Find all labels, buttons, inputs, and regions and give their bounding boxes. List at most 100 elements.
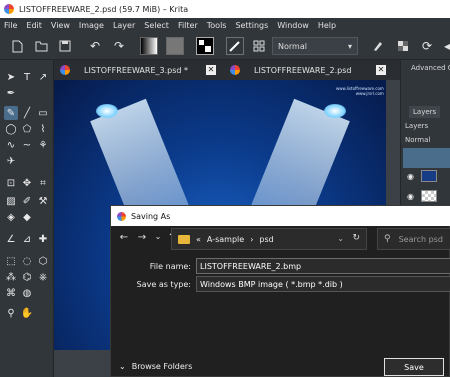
enclose-fill-icon[interactable]: ◆: [20, 210, 34, 224]
similar-select-icon[interactable]: ⌬: [20, 270, 34, 284]
line-tool-icon[interactable]: ╱: [20, 106, 34, 120]
menu-edit[interactable]: Edit: [26, 21, 42, 30]
polygon-tool-icon[interactable]: ⬠: [20, 122, 34, 136]
chevron-down-icon: ▾: [347, 41, 352, 51]
assistant-tool-icon[interactable]: ⊿: [20, 232, 34, 246]
transform-tool-icon[interactable]: ⊡: [4, 176, 18, 190]
polyline-tool-icon[interactable]: ⌇: [36, 122, 50, 136]
ellipse-tool-icon[interactable]: ◯: [4, 122, 18, 136]
freehand-select-icon[interactable]: ◍: [20, 286, 34, 300]
reference-tool-icon[interactable]: ✚: [36, 232, 50, 246]
chevron-down-icon[interactable]: ⌄: [337, 234, 344, 243]
freehand-path-icon[interactable]: ~: [20, 138, 34, 152]
move-tool-icon[interactable]: ✥: [20, 176, 34, 190]
polygon-select-icon[interactable]: ⬡: [36, 254, 50, 268]
dialog-title: Saving As: [131, 211, 171, 221]
menu-select[interactable]: Select: [144, 21, 169, 30]
freehand-brush-icon[interactable]: ✎: [4, 106, 18, 120]
search-input[interactable]: ⚲ Search psd: [377, 228, 450, 250]
select-shapes-icon[interactable]: ➤: [4, 70, 18, 84]
rect-select-icon[interactable]: ⬚: [4, 254, 18, 268]
krita-doc-icon: [60, 65, 70, 75]
magnetic-select-icon[interactable]: ⌘: [4, 286, 18, 300]
canvas-watermark: www.listoffreeware.com www.jrsrl.com: [336, 86, 384, 96]
crop-tool-icon[interactable]: ⌗: [36, 176, 50, 190]
search-icon: ⚲: [384, 234, 391, 244]
visibility-eye-icon[interactable]: ◉: [407, 172, 417, 181]
rectangle-tool-icon[interactable]: ▭: [36, 106, 50, 120]
menu-settings[interactable]: Settings: [235, 21, 268, 30]
text-tool-icon[interactable]: T: [20, 70, 34, 84]
edit-shapes-icon[interactable]: ↗: [36, 70, 50, 84]
eraser-icon[interactable]: [368, 37, 386, 55]
refresh-icon[interactable]: ↻: [352, 233, 360, 243]
address-bar[interactable]: « A-sample › psd ⌄ ↻: [171, 228, 367, 250]
calligraphy-icon[interactable]: ✒: [4, 86, 18, 100]
breadcrumb-a-sample[interactable]: A-sample: [207, 235, 244, 244]
menu-file[interactable]: File: [4, 21, 17, 30]
undo-icon[interactable]: ↶: [86, 37, 104, 55]
save-icon[interactable]: [56, 37, 74, 55]
grid-icon[interactable]: [250, 37, 268, 55]
menu-filter[interactable]: Filter: [178, 21, 198, 30]
menu-window[interactable]: Window: [277, 21, 309, 30]
multibrush-icon[interactable]: ✈: [4, 154, 18, 168]
krita-doc-icon: [230, 65, 240, 75]
menu-image[interactable]: Image: [79, 21, 104, 30]
back-arrow-icon[interactable]: ←: [117, 232, 131, 243]
redo-icon[interactable]: ↷: [110, 37, 128, 55]
mirror-icon[interactable]: ◂: [438, 37, 450, 55]
blend-mode-select[interactable]: Normal ▾: [272, 37, 358, 55]
file-name-input[interactable]: LISTOFFREEWARE_2.bmp: [196, 258, 450, 274]
brush-preset-icon[interactable]: [226, 37, 244, 55]
window-titlebar: LISTOFFREEWARE_2.psd (59.7 MiB) – Krita: [0, 0, 450, 18]
breadcrumb-separator: ›: [250, 234, 254, 244]
menu-view[interactable]: View: [51, 21, 70, 30]
close-tab-icon[interactable]: ✕: [376, 65, 386, 75]
selected-layer-row[interactable]: [403, 148, 450, 168]
contiguous-select-icon[interactable]: ⁂: [4, 270, 18, 284]
gradient-swatch-icon[interactable]: [140, 37, 158, 55]
tab-document-3[interactable]: LISTOFFREEWARE_3.psd *: [60, 60, 188, 80]
tab-layers[interactable]: Layers: [409, 106, 441, 118]
save-type-select[interactable]: Windows BMP image ( *.bmp *.dib ): [196, 276, 450, 292]
toolbox: ➤ T ↗ ✒ ✎ ╱ ▭ ◯ ⬠ ⌇ ∿ ~ ⚘ ✈ ⊡ ✥ ⌗ ▨ ✐ ⚒ …: [0, 60, 54, 377]
advanced-color-tab[interactable]: Advanced Co: [411, 64, 450, 72]
measure-tool-icon[interactable]: ∠: [4, 232, 18, 246]
new-document-icon[interactable]: [8, 37, 26, 55]
dynamic-brush-icon[interactable]: ⚘: [36, 138, 50, 152]
browse-folders-toggle[interactable]: ⌄ Browse Folders: [119, 362, 192, 371]
pattern-swatch-icon[interactable]: [166, 37, 184, 55]
visibility-eye-icon[interactable]: ◉: [407, 192, 417, 201]
menu-layer[interactable]: Layer: [113, 21, 135, 30]
color-picker-icon[interactable]: ✐: [20, 194, 34, 208]
tab-document-2[interactable]: LISTOFFREEWARE_2.psd: [230, 60, 351, 80]
bezier-tool-icon[interactable]: ∿: [4, 138, 18, 152]
gradient-tool-icon[interactable]: ▨: [4, 194, 18, 208]
zoom-tool-icon[interactable]: ⚲: [4, 306, 18, 320]
open-document-icon[interactable]: [32, 37, 50, 55]
save-as-dialog: Saving As ← → ⌄ ↑ « A-sample › psd ⌄ ↻ ⚲…: [110, 205, 450, 377]
menu-help[interactable]: Help: [318, 21, 336, 30]
save-type-label: Save as type:: [136, 280, 191, 289]
krita-logo-icon: [117, 211, 126, 221]
file-name-label: File name:: [149, 262, 191, 271]
menu-tools[interactable]: Tools: [207, 21, 227, 30]
breadcrumb-overflow[interactable]: «: [196, 235, 201, 244]
color-swap-icon[interactable]: [196, 37, 214, 55]
forward-arrow-icon[interactable]: →: [135, 232, 149, 243]
dialog-titlebar: Saving As: [111, 206, 450, 226]
ellipse-select-icon[interactable]: ◌: [20, 254, 34, 268]
smart-patch-icon[interactable]: ⚒: [36, 194, 50, 208]
alpha-lock-icon[interactable]: [394, 37, 412, 55]
pan-tool-icon[interactable]: ✋: [20, 306, 34, 320]
chevron-down-icon[interactable]: ⌄: [151, 232, 165, 241]
bezier-select-icon[interactable]: ⎈: [36, 270, 50, 284]
close-tab-icon[interactable]: ✕: [206, 65, 216, 75]
reload-preset-icon[interactable]: ⟳: [418, 37, 436, 55]
save-button[interactable]: Save: [384, 358, 444, 376]
layer-blend-mode[interactable]: Normal: [405, 136, 430, 144]
spotlight-right: [324, 104, 346, 118]
breadcrumb-psd[interactable]: psd: [259, 235, 273, 244]
fill-tool-icon[interactable]: ◈: [4, 210, 18, 224]
